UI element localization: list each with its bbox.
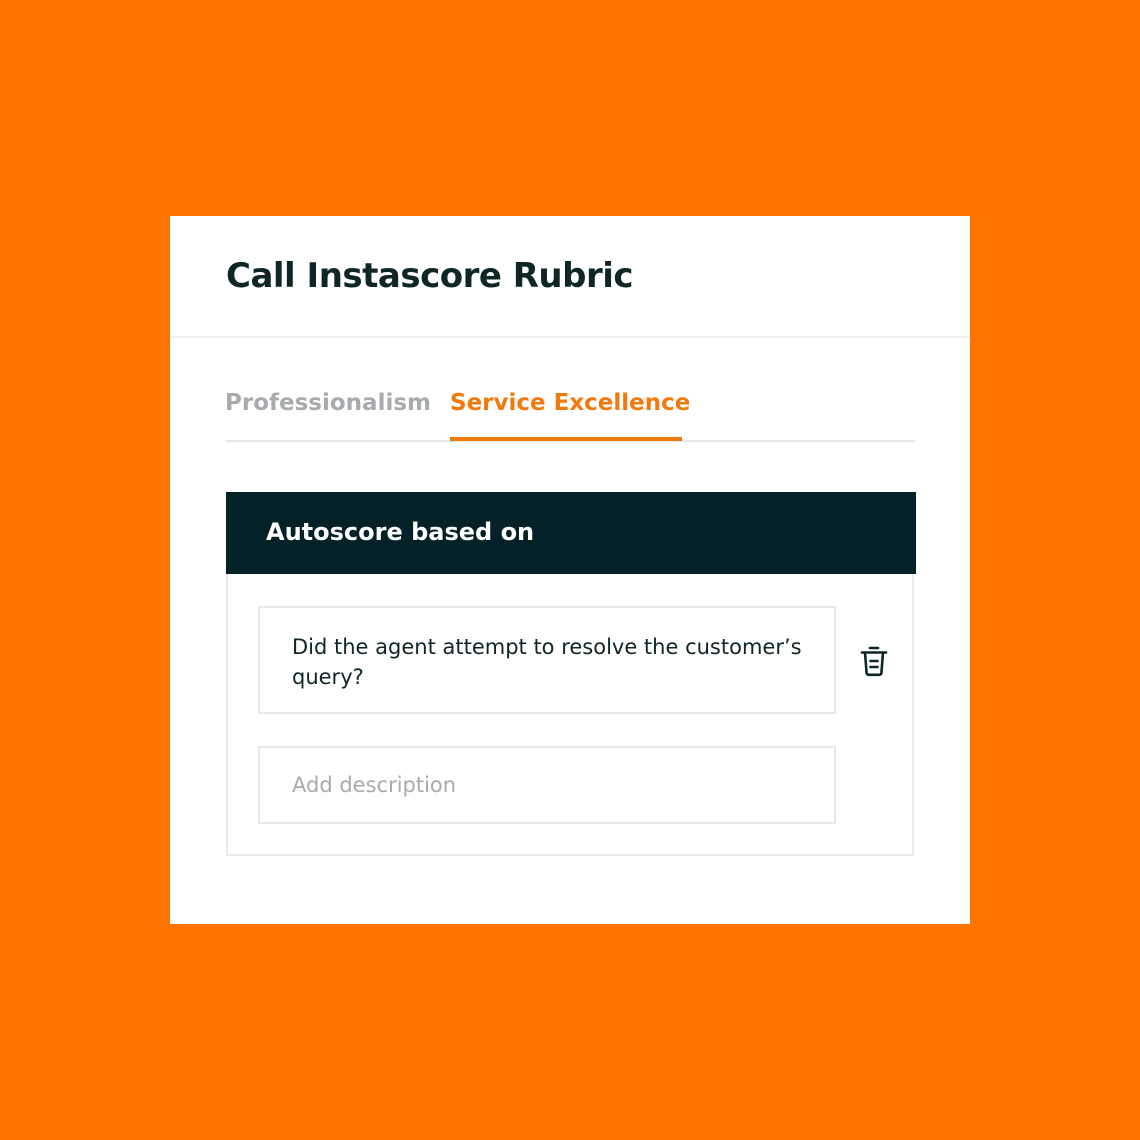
tab-bar: Professionalism Service Excellence <box>225 386 915 442</box>
tab-service-excellence[interactable]: Service Excellence <box>450 390 690 416</box>
panel-header: Autoscore based on <box>226 492 916 574</box>
active-tab-indicator <box>450 437 682 441</box>
description-input[interactable] <box>258 746 836 824</box>
autoscore-panel: Autoscore based on Did the agent attempt… <box>226 492 916 856</box>
criterion-text: Did the agent attempt to resolve the cus… <box>292 635 802 689</box>
page-title: Call Instascore Rubric <box>226 256 634 296</box>
rubric-card: Call Instascore Rubric Professionalism S… <box>170 216 970 924</box>
tab-professionalism[interactable]: Professionalism <box>225 390 431 416</box>
delete-criterion-button[interactable] <box>858 644 890 678</box>
trash-icon <box>860 646 888 677</box>
criterion-field[interactable]: Did the agent attempt to resolve the cus… <box>258 606 836 714</box>
card-header: Call Instascore Rubric <box>170 216 970 338</box>
panel-title: Autoscore based on <box>266 518 535 546</box>
